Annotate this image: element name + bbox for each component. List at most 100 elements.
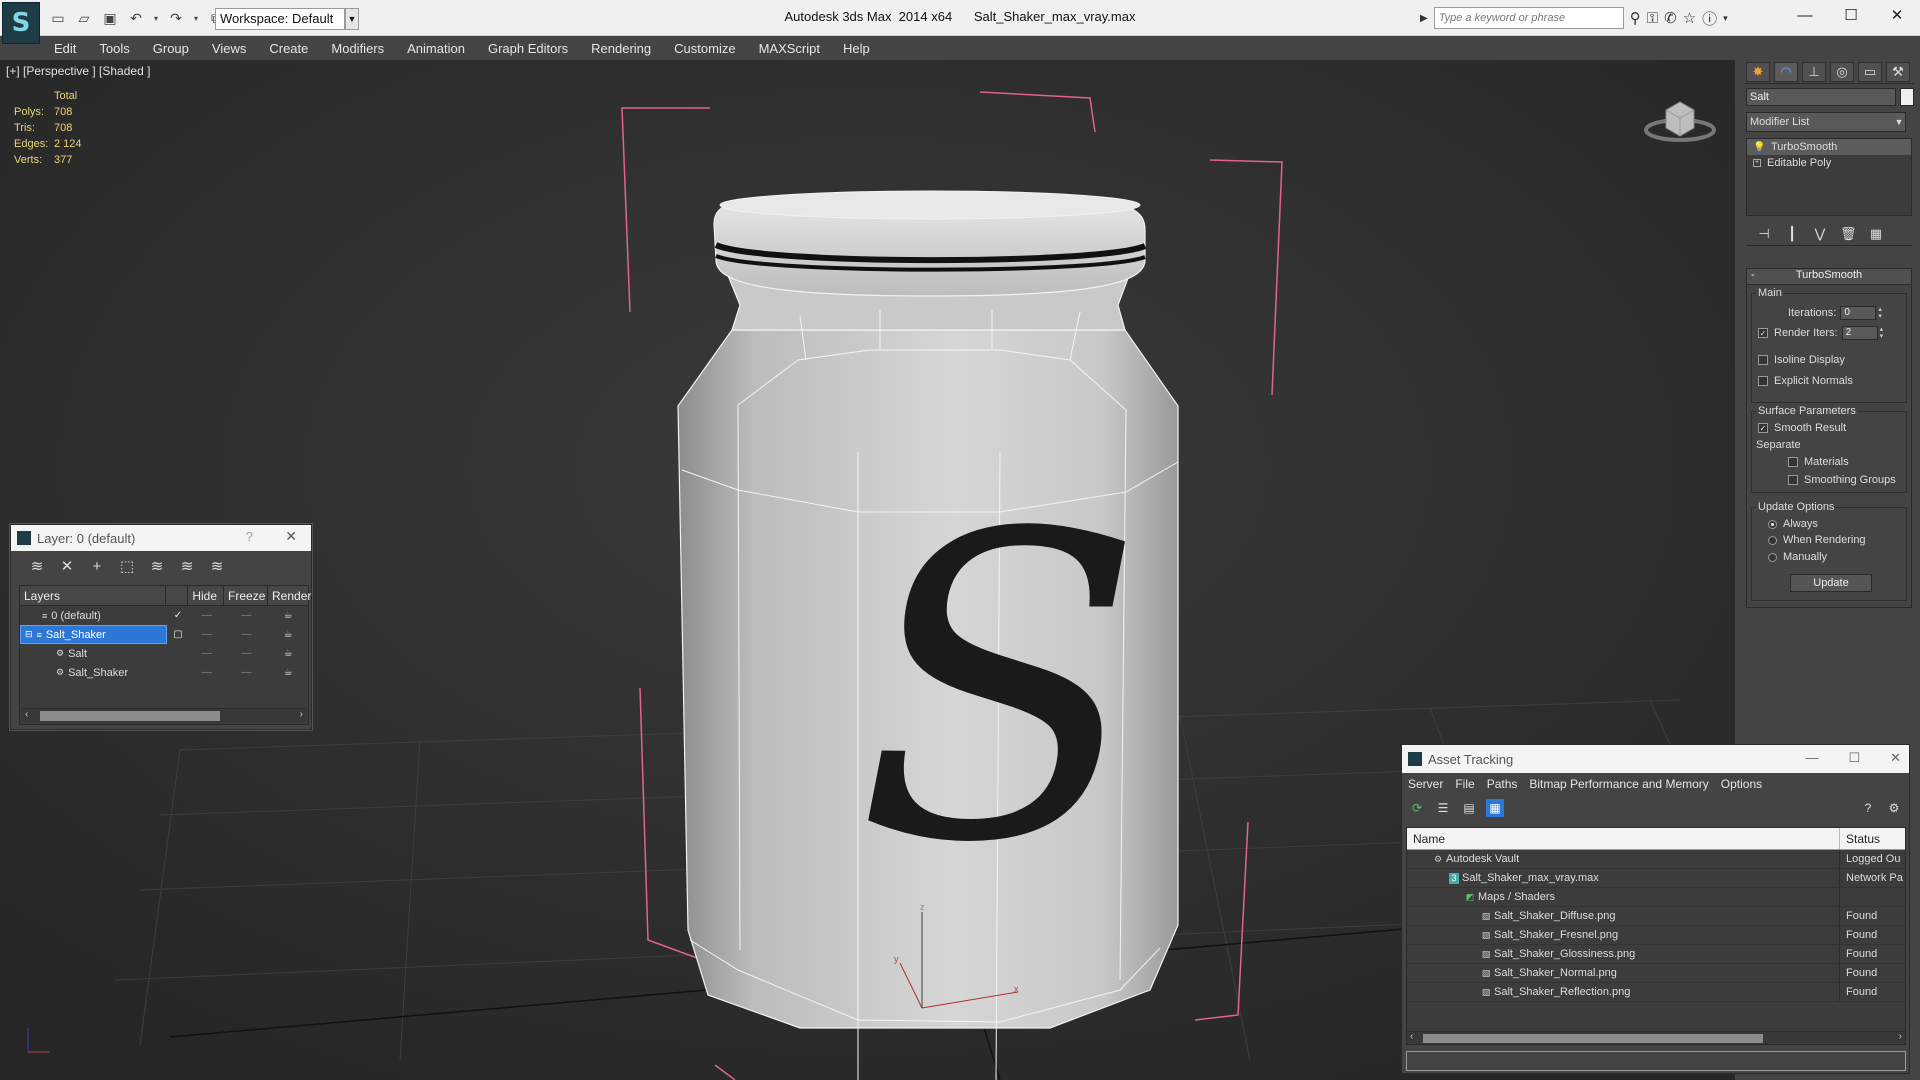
workspace-dropdown-arrow-icon[interactable]: ▼ [345, 8, 359, 30]
menu-rendering[interactable]: Rendering [591, 41, 651, 56]
manually-radio[interactable] [1768, 552, 1777, 562]
col-status[interactable]: Status [1840, 828, 1905, 849]
object-color-swatch[interactable] [1900, 88, 1914, 106]
asset-row[interactable]: 3 Salt_Shaker_max_vray.max Network Pa [1407, 869, 1905, 888]
modify-tab-icon[interactable]: ◠ [1774, 62, 1798, 82]
asset-row[interactable]: ▧ Salt_Shaker_Glossiness.png Found [1407, 945, 1905, 964]
current-layer-check-icon[interactable]: ✓ [167, 610, 189, 621]
add-to-layer-icon[interactable]: + [87, 556, 107, 576]
new-file-icon[interactable]: ▭ [48, 7, 68, 29]
isoline-checkbox[interactable] [1758, 355, 1768, 365]
undo-icon[interactable]: ↶ [126, 7, 146, 29]
layer-row[interactable]: ⊟ ≡ Salt_Shaker ▢ — — ☕ [20, 625, 308, 644]
utilities-tab-icon[interactable]: ⚒ [1886, 62, 1910, 82]
menu-tools[interactable]: Tools [99, 41, 129, 56]
maximize-icon[interactable]: ☐ [1828, 0, 1874, 30]
scroll-right-icon[interactable]: › [1899, 1031, 1902, 1042]
menu-graph-editors[interactable]: Graph Editors [488, 41, 568, 56]
layer-freeze-toggle[interactable]: — [225, 610, 269, 621]
asset-menu-bitmap-performance[interactable]: Bitmap Performance and Memory [1529, 777, 1708, 791]
layer-freeze-toggle[interactable]: — [225, 648, 269, 659]
search-input[interactable]: Type a keyword or phrase [1433, 7, 1624, 29]
viewcube[interactable] [1640, 88, 1720, 151]
scroll-left-icon[interactable]: ‹ [1410, 1031, 1413, 1042]
menu-edit[interactable]: Edit [54, 41, 76, 56]
layer-render-toggle[interactable]: ☕ [268, 667, 308, 678]
explicit-normals-checkbox[interactable] [1758, 376, 1768, 386]
col-hide[interactable]: Hide [188, 586, 225, 605]
asset-menu-file[interactable]: File [1455, 777, 1474, 791]
when-rendering-radio[interactable] [1768, 535, 1777, 545]
layer-render-toggle[interactable]: ☕ [268, 610, 308, 621]
redo-icon[interactable]: ↷ [166, 7, 186, 29]
asset-minimize-icon[interactable]: — [1805, 750, 1818, 766]
hierarchy-tab-icon[interactable]: ⊥ [1802, 62, 1826, 82]
freeze-all-layers-icon[interactable]: ≋ [207, 556, 227, 576]
modifier-list-arrow-icon[interactable]: ▼ [1892, 113, 1906, 131]
layer-close-icon[interactable]: ✕ [285, 528, 297, 545]
materials-checkbox[interactable] [1788, 457, 1798, 467]
layer-hide-toggle[interactable]: — [189, 610, 225, 621]
viewport-label[interactable]: [+] [Perspective ] [Shaded ] [6, 64, 150, 78]
col-freeze[interactable]: Freeze [224, 586, 269, 605]
scrollbar-thumb[interactable] [40, 711, 220, 721]
spinner-arrows-icon[interactable]: ▴ ▾ [1878, 306, 1882, 320]
collapse-rollout-icon[interactable]: - [1751, 269, 1755, 281]
layer-row[interactable]: ⚙ Salt_Shaker — — ☕ [20, 663, 308, 682]
configure-sets-icon[interactable]: ▦ [1868, 226, 1884, 242]
update-button[interactable]: Update [1790, 574, 1872, 592]
layer-hide-toggle[interactable]: — [189, 648, 225, 659]
binoculars-icon[interactable]: ⚲ [1630, 9, 1641, 27]
save-file-icon[interactable]: ▣ [100, 7, 120, 29]
asset-help-icon[interactable]: ? [1859, 799, 1877, 817]
thumbnail-view-icon[interactable]: ▤ [1460, 799, 1478, 817]
minimize-icon[interactable]: — [1782, 0, 1828, 30]
asset-row[interactable]: ▧ Salt_Shaker_Diffuse.png Found [1407, 907, 1905, 926]
col-layers[interactable]: Layers [20, 586, 167, 605]
layer-freeze-toggle[interactable]: — [225, 629, 269, 640]
layer-render-toggle[interactable]: ☕ [268, 629, 308, 640]
favorites-star-icon[interactable]: ☆ [1683, 9, 1696, 27]
create-tab-icon[interactable]: ✸ [1746, 62, 1770, 82]
salt-shaker-model[interactable]: S [677, 190, 1179, 1080]
render-iters-checkbox[interactable]: ✓ [1758, 328, 1768, 338]
layer-dialog-titlebar[interactable]: Layer: 0 (default) ? ✕ [11, 525, 311, 551]
help-icon[interactable]: ⓘ [1702, 8, 1717, 29]
menu-create[interactable]: Create [269, 41, 308, 56]
refresh-icon[interactable]: ⟳ [1408, 799, 1426, 817]
menu-maxscript[interactable]: MAXScript [759, 41, 820, 56]
stack-item-editable-poly[interactable]: + Editable Poly [1747, 155, 1911, 171]
display-tab-icon[interactable]: ▭ [1858, 62, 1882, 82]
hide-all-layers-icon[interactable]: ≋ [177, 556, 197, 576]
asset-tracking-titlebar[interactable]: Asset Tracking — ☐ ✕ [1402, 745, 1909, 773]
asset-row[interactable]: ⚙ Autodesk Vault Logged Ou [1407, 850, 1905, 869]
asset-maximize-icon[interactable]: ☐ [1848, 750, 1860, 766]
menu-views[interactable]: Views [212, 41, 246, 56]
menu-modifiers[interactable]: Modifiers [331, 41, 384, 56]
smooth-result-checkbox[interactable]: ✓ [1758, 423, 1768, 433]
motion-tab-icon[interactable]: ◎ [1830, 62, 1854, 82]
smoothing-groups-checkbox[interactable] [1788, 475, 1798, 485]
asset-menu-paths[interactable]: Paths [1487, 777, 1518, 791]
workspace-dropdown[interactable]: Workspace: Default [215, 8, 345, 30]
object-name-field[interactable]: Salt [1746, 88, 1896, 106]
set-current-layer-icon[interactable]: ▢ [167, 629, 189, 640]
col-render[interactable]: Render [268, 586, 311, 605]
show-end-result-icon[interactable]: ┃ [1784, 226, 1800, 242]
layer-help-button[interactable]: ? [246, 529, 253, 544]
asset-row[interactable]: ▧ Salt_Shaker_Fresnel.png Found [1407, 926, 1905, 945]
asset-settings-icon[interactable]: ⚙ [1885, 799, 1903, 817]
asset-horizontal-scrollbar[interactable]: ‹ › [1406, 1031, 1906, 1045]
open-file-icon[interactable]: ▱ [74, 7, 94, 29]
col-name[interactable]: Name [1407, 828, 1840, 849]
lightbulb-icon[interactable]: 💡 [1753, 142, 1765, 153]
expand-search-icon[interactable]: ▶ [1420, 13, 1428, 24]
scroll-right-icon[interactable]: › [300, 709, 303, 720]
pin-stack-icon[interactable]: ⊣ [1756, 226, 1772, 242]
subscription-icon[interactable]: ⚿ [1647, 10, 1658, 27]
asset-row[interactable]: ▧ Salt_Shaker_Reflection.png Found [1407, 983, 1905, 1002]
close-icon[interactable]: ✕ [1874, 0, 1920, 30]
scrollbar-thumb[interactable] [1423, 1034, 1763, 1043]
asset-menu-server[interactable]: Server [1408, 777, 1443, 791]
create-layer-icon[interactable]: ≋ [27, 556, 47, 576]
